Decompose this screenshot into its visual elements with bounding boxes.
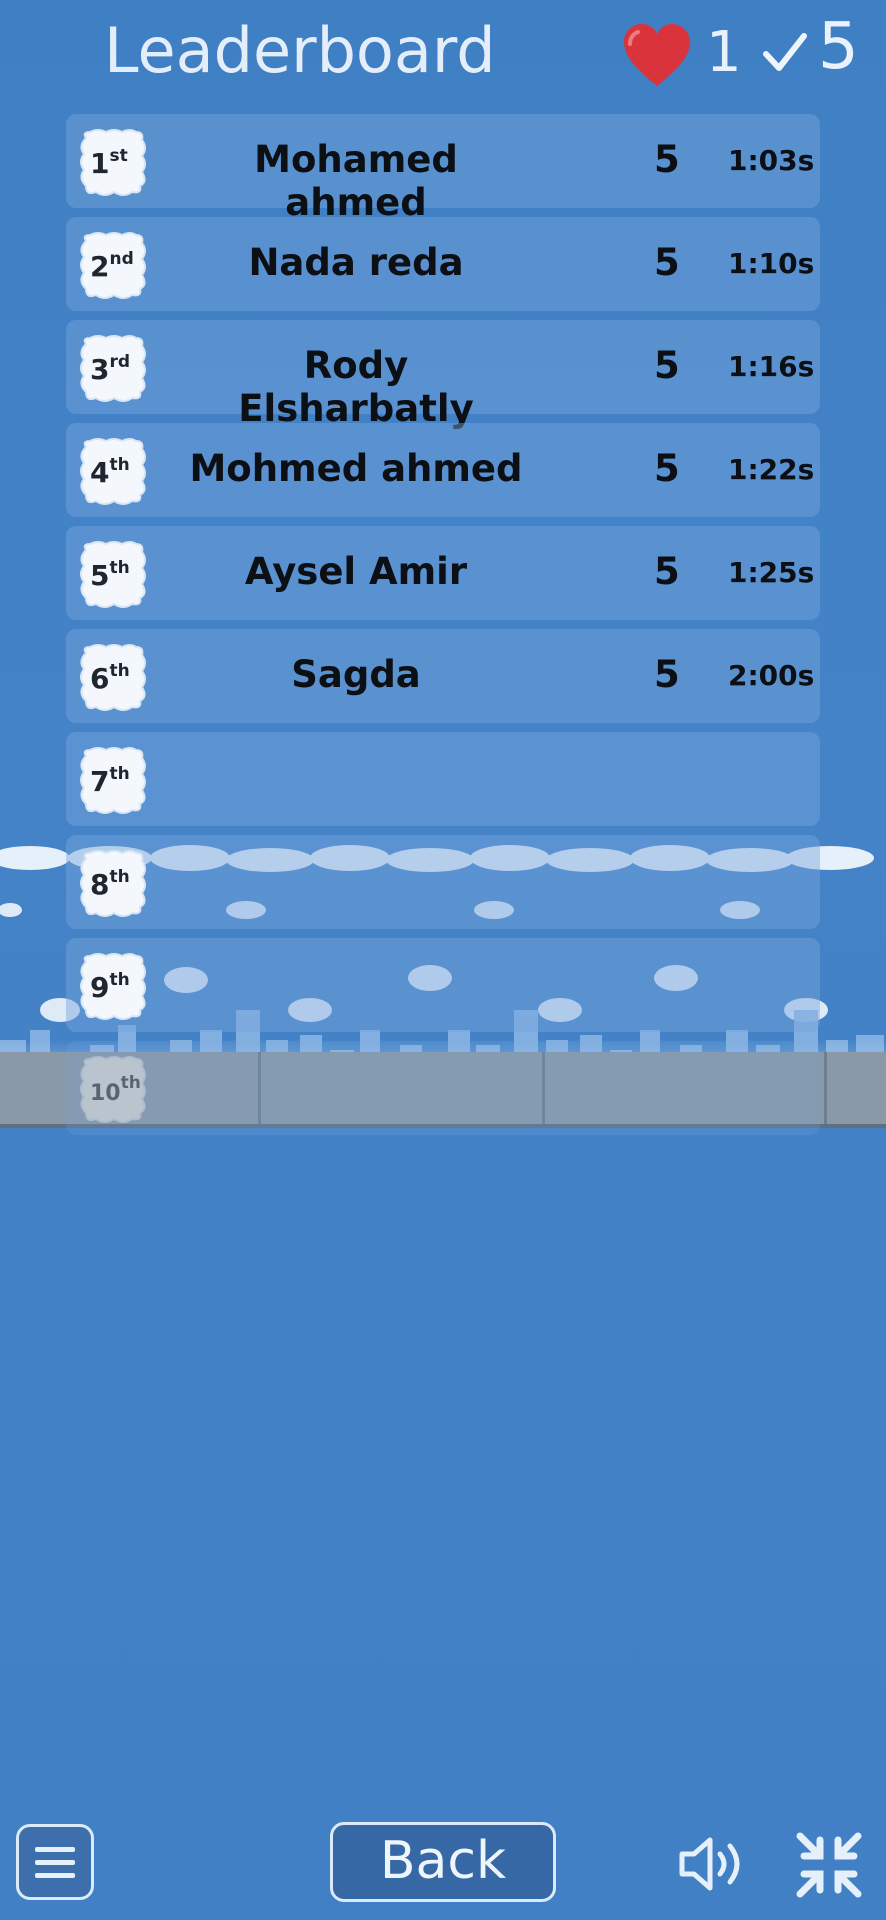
leaderboard-row: 6th Sagda 5 2:00s [66,629,820,723]
player-points: 5 [654,344,680,387]
header: Leaderboard 1 5 [0,0,886,110]
player-time: 1:10s [728,247,815,280]
leaderboard-row: 2nd Nada reda 5 1:10s [66,217,820,311]
rank-number: 2 [90,250,110,283]
player-name: Mohamed ahmed [254,138,458,224]
player-time: 1:25s [728,556,815,589]
exit-fullscreen-icon[interactable] [794,1830,864,1900]
heart-icon [624,24,690,86]
player-points: 5 [654,550,680,593]
rank-badge: 4th [78,437,148,507]
leaderboard-row: 8th [66,835,820,929]
player-points: 5 [654,241,680,284]
rank-badge: 6th [78,643,148,713]
score-count: 5 [818,10,859,84]
back-button[interactable]: Back [330,1822,556,1902]
menu-button[interactable] [16,1824,94,1900]
rank-suffix: st [109,146,128,166]
leaderboard-row: 7th [66,732,820,826]
rank-suffix: th [109,867,130,887]
rank-number: 1 [90,147,110,180]
rank-number: 10 [90,1081,121,1106]
player-name: Rody Elsharbatly [238,344,474,430]
rank-number: 4 [90,456,110,489]
leaderboard-row: 3rd Rody Elsharbatly 5 1:16s [66,320,820,430]
rank-badge: 5th [78,540,148,610]
rank-badge: 10th [78,1055,148,1125]
rank-suffix: th [109,970,130,990]
check-icon [763,33,807,71]
rank-suffix: th [109,764,130,784]
player-points: 5 [654,653,680,696]
rank-suffix: th [109,455,130,475]
player-name: Aysel Amir [244,550,468,593]
speaker-icon[interactable] [678,1834,750,1894]
player-time: 1:03s [728,144,815,177]
rank-number: 8 [90,868,110,901]
leaderboard-row: 5th Aysel Amir 5 1:25s [66,526,820,620]
rank-suffix: nd [109,249,134,269]
player-name: Nada reda [248,241,464,284]
page-title: Leaderboard [104,14,496,87]
player-name: Sagda [291,653,421,696]
leaderboard-row: 10th [66,1041,820,1135]
rank-suffix: rd [109,352,131,372]
player-points: 5 [654,447,680,490]
rank-badge: 1st [78,128,148,198]
player-time: 1:16s [728,350,815,383]
rank-badge: 8th [78,849,148,919]
rank-number: 5 [90,559,110,592]
rank-suffix: th [109,661,130,681]
player-time: 2:00s [728,659,815,692]
rank-number: 3 [90,353,110,386]
leaderboard-row: 9th [66,938,820,1032]
player-name: Mohmed ahmed [189,447,523,490]
rank-badge: 7th [78,746,148,816]
rank-number: 9 [90,971,110,1004]
rank-badge: 3rd [78,334,148,404]
rank-badge: 9th [78,952,148,1022]
rank-suffix: th [109,558,130,578]
rank-number: 6 [90,662,110,695]
lives-count: 1 [706,20,742,85]
bottom-bar: Back [0,1800,886,1920]
leaderboard-row: 4th Mohmed ahmed 5 1:22s [66,423,820,517]
rank-badge: 2nd [78,231,148,301]
leaderboard-row: 1st Mohamed ahmed 5 1:03s [66,114,820,224]
rank-suffix: th [120,1073,141,1093]
player-points: 5 [654,138,680,181]
player-time: 1:22s [728,453,815,486]
rank-number: 7 [90,765,110,798]
